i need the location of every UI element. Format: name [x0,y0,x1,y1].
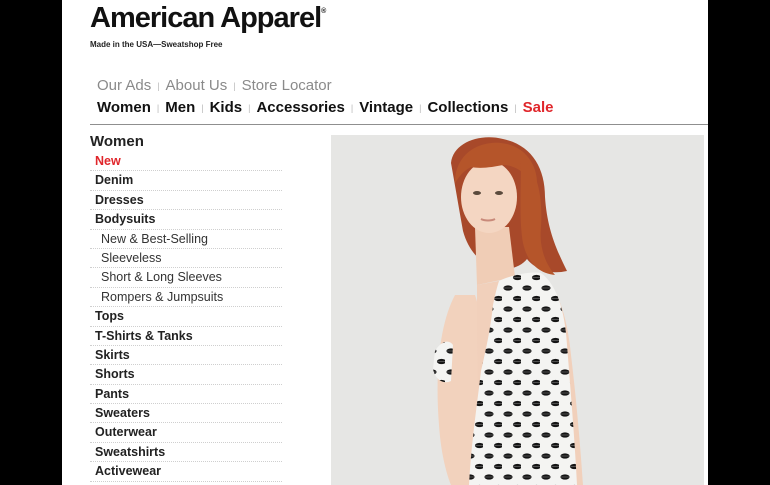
category-tops[interactable]: Tops [90,307,282,327]
category-pants[interactable]: Pants [90,385,282,405]
nav-sale[interactable]: Sale [523,99,554,116]
logo-text: American Apparel [90,2,322,34]
category-sidebar: Women New Denim Dresses Bodysuits New & … [90,132,282,482]
nav-separator: | [419,102,422,113]
category-skirts[interactable]: Skirts [90,346,282,366]
nav-vintage[interactable]: Vintage [359,99,413,116]
nav-collections[interactable]: Collections [427,99,508,116]
nav-separator: | [201,102,204,113]
nav-separator: | [350,102,354,113]
top-nav: Our Ads | About Us | Store Locator [97,77,332,94]
main-nav: Women | Men | Kids | Accessories | Vinta… [97,99,554,116]
category-dresses[interactable]: Dresses [90,191,282,211]
logo[interactable]: American Apparel® [90,2,326,35]
category-outerwear[interactable]: Outerwear [90,423,282,443]
product-photo[interactable] [331,135,704,485]
nav-our-ads[interactable]: Our Ads [97,77,151,94]
tagline: Made in the USA—Sweatshop Free [90,40,223,49]
category-sweatshirts[interactable]: Sweatshirts [90,443,282,463]
nav-separator: | [157,80,160,91]
subcategory-rompers-jumpsuits[interactable]: Rompers & Jumpsuits [90,288,282,308]
face-shape [461,161,517,233]
nav-kids[interactable]: Kids [210,99,243,116]
page: American Apparel® Made in the USA—Sweats… [62,0,708,485]
category-list: New Denim Dresses Bodysuits New & Best-S… [90,152,282,482]
subcategory-new-best-selling[interactable]: New & Best-Selling [90,230,282,249]
nav-store-locator[interactable]: Store Locator [242,77,332,94]
nav-men[interactable]: Men [165,99,195,116]
nav-women[interactable]: Women [97,99,151,116]
category-t-shirts-tanks[interactable]: T-Shirts & Tanks [90,327,282,346]
category-sweaters[interactable]: Sweaters [90,404,282,424]
category-activewear[interactable]: Activewear [90,462,282,482]
category-shorts[interactable]: Shorts [90,365,282,385]
nav-separator: | [248,102,251,113]
model-illustration [433,137,583,485]
nav-separator: | [156,102,160,113]
sidebar-heading: Women [90,133,144,150]
category-bodysuits[interactable]: Bodysuits [90,210,282,230]
nav-accessories[interactable]: Accessories [256,99,344,116]
subcategory-sleeveless[interactable]: Sleeveless [90,249,282,269]
nav-about-us[interactable]: About Us [166,77,228,94]
nav-separator: | [514,102,517,113]
header-divider [90,124,708,125]
registered-mark: ® [321,8,327,15]
subcategory-short-long-sleeves[interactable]: Short & Long Sleeves [90,268,282,288]
category-denim[interactable]: Denim [90,171,282,191]
nav-separator: | [233,80,236,91]
category-new[interactable]: New [90,152,282,172]
